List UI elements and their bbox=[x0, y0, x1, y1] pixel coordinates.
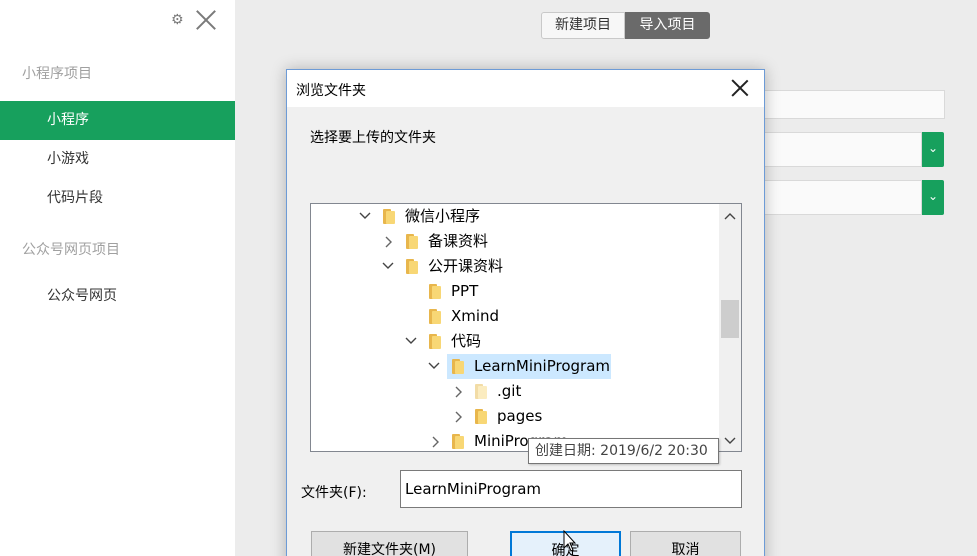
chevron-down-icon[interactable] bbox=[382, 254, 396, 279]
new-folder-button[interactable]: 新建文件夹(M) bbox=[311, 531, 468, 556]
chevron-right-icon[interactable] bbox=[454, 379, 468, 404]
folder-tree-content: 微信小程序 备课资料 公开课资料 PPT Xmind 代码 LearnMiniP… bbox=[311, 204, 719, 451]
folder-icon bbox=[429, 309, 443, 324]
tree-item-label: 微信小程序 bbox=[405, 207, 481, 225]
folder-icon bbox=[429, 334, 443, 349]
import-project-tab[interactable]: 导入项目 bbox=[625, 12, 710, 39]
close-icon[interactable] bbox=[195, 8, 217, 30]
tree-item-label: pages bbox=[497, 407, 543, 425]
chevron-right-icon[interactable] bbox=[384, 229, 398, 254]
section-title-official-account: 公众号网页项目 bbox=[22, 242, 120, 258]
tree-item-label: .git bbox=[497, 382, 522, 400]
dialog-titlebar: 浏览文件夹 bbox=[287, 70, 764, 107]
settings-icon[interactable]: ⚙ bbox=[171, 12, 184, 28]
dialog-title: 浏览文件夹 bbox=[296, 83, 366, 99]
background-select-field[interactable] bbox=[760, 132, 922, 167]
tree-item-selected[interactable]: LearnMiniProgram bbox=[311, 354, 719, 379]
background-input-field[interactable] bbox=[760, 90, 945, 119]
tree-item[interactable]: 代码 bbox=[311, 329, 719, 354]
created-date-tooltip: 创建日期: 2019/6/2 20:30 bbox=[528, 438, 719, 464]
tree-item[interactable]: 微信小程序 bbox=[311, 204, 719, 229]
tree-item-label: 公开课资料 bbox=[428, 257, 504, 275]
sidebar-item-code-snippet[interactable]: 代码片段 bbox=[0, 179, 235, 218]
tree-item-label: PPT bbox=[451, 282, 479, 300]
browse-folder-dialog: 浏览文件夹 选择要上传的文件夹 微信小程序 备课资料 公开课资料 PPT Xmi… bbox=[286, 69, 765, 556]
background-select-field-2[interactable] bbox=[760, 180, 922, 215]
folder-icon bbox=[406, 259, 420, 274]
folder-field-label: 文件夹(F): bbox=[301, 485, 367, 501]
folder-icon bbox=[406, 234, 420, 249]
tree-item-label: 代码 bbox=[451, 332, 482, 350]
tree-item-label: LearnMiniProgram bbox=[474, 357, 610, 375]
folder-icon bbox=[429, 284, 443, 299]
tree-scrollbar[interactable] bbox=[719, 204, 741, 451]
dialog-description: 选择要上传的文件夹 bbox=[310, 130, 436, 146]
section-title-miniprogram: 小程序项目 bbox=[22, 66, 92, 82]
sidebar-item-official-webpage[interactable]: 公众号网页 bbox=[0, 277, 235, 316]
chevron-down-icon[interactable] bbox=[428, 354, 442, 379]
dialog-close-icon[interactable] bbox=[731, 79, 749, 97]
mouse-cursor-icon bbox=[563, 530, 577, 552]
sidebar-item-minigame[interactable]: 小游戏 bbox=[0, 140, 235, 179]
window-controls: ⚙ bbox=[165, 8, 225, 34]
tree-item[interactable]: pages bbox=[311, 404, 719, 429]
select-dropdown-button-2[interactable]: ⌄ bbox=[922, 180, 944, 215]
chevron-down-icon[interactable] bbox=[405, 329, 419, 354]
hidden-folder-icon bbox=[475, 384, 489, 399]
tree-item[interactable]: 公开课资料 bbox=[311, 254, 719, 279]
tree-item[interactable]: 备课资料 bbox=[311, 229, 719, 254]
folder-icon bbox=[383, 209, 397, 224]
select-dropdown-button[interactable]: ⌄ bbox=[922, 132, 944, 167]
chevron-down-icon[interactable] bbox=[359, 204, 373, 229]
scrollbar-thumb[interactable] bbox=[721, 300, 739, 338]
chevron-right-icon[interactable] bbox=[454, 404, 468, 429]
folder-name-input[interactable] bbox=[400, 470, 742, 508]
new-project-tab[interactable]: 新建项目 bbox=[541, 12, 625, 39]
tree-item-label: 备课资料 bbox=[428, 232, 489, 250]
scroll-down-icon[interactable] bbox=[723, 432, 737, 446]
tree-item[interactable]: PPT bbox=[311, 279, 719, 304]
folder-icon bbox=[452, 359, 466, 374]
cancel-button[interactable]: 取消 bbox=[630, 531, 741, 556]
sidebar: ⚙ 小程序项目 小程序 小游戏 代码片段 公众号网页项目 公众号网页 bbox=[0, 0, 235, 556]
tree-item[interactable]: .git bbox=[311, 379, 719, 404]
tree-item[interactable]: Xmind bbox=[311, 304, 719, 329]
folder-icon bbox=[475, 409, 489, 424]
scroll-up-icon[interactable] bbox=[723, 207, 737, 221]
folder-icon bbox=[452, 434, 466, 449]
tree-item-label: Xmind bbox=[451, 307, 500, 325]
sidebar-item-miniprogram[interactable]: 小程序 bbox=[0, 101, 235, 140]
chevron-right-icon[interactable] bbox=[431, 429, 445, 451]
folder-tree[interactable]: 微信小程序 备课资料 公开课资料 PPT Xmind 代码 LearnMiniP… bbox=[310, 203, 742, 452]
